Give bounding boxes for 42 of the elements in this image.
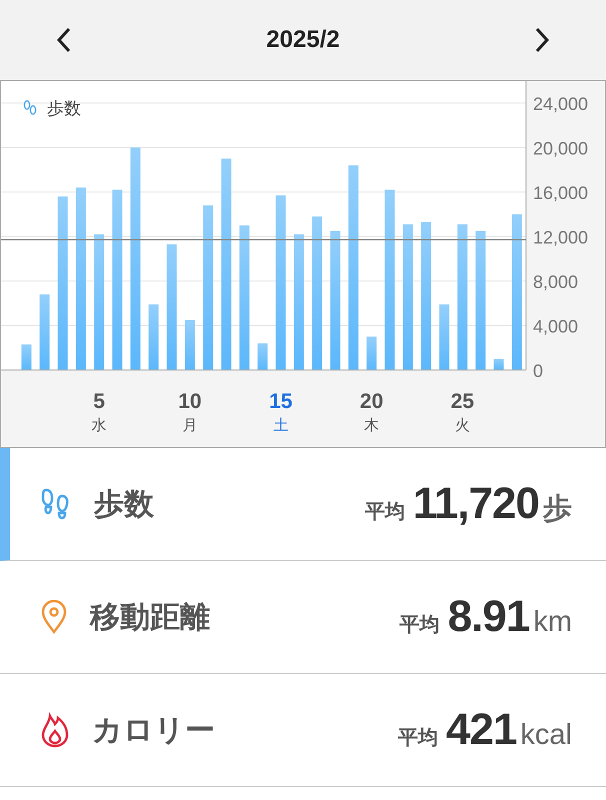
day-label: 20: [360, 390, 384, 413]
average-label: 平均: [398, 726, 438, 751]
unit-label: 歩: [543, 492, 572, 527]
metric-value: 421: [446, 704, 516, 756]
axis-label: 24,000: [533, 94, 588, 114]
day-label: 5: [93, 390, 105, 413]
flame-icon: [40, 712, 70, 748]
average-label: 平均: [400, 613, 440, 638]
unit-label: km: [533, 605, 572, 640]
metric-label: 移動距離: [90, 600, 210, 636]
metric-row[interactable]: 歩数 平均 11,720歩: [0, 448, 606, 561]
weekday-label: 土: [273, 416, 288, 434]
bar: [148, 304, 159, 370]
location-pin-icon: [40, 600, 68, 634]
axis-label: 4,000: [533, 316, 578, 336]
axis-label: 0: [533, 361, 544, 381]
metric-value: 11,720: [412, 478, 539, 530]
chevron-right-icon: [534, 27, 550, 53]
metric-label: カロリー: [92, 712, 215, 748]
axis-label: 20,000: [533, 138, 588, 158]
metric-row[interactable]: 移動距離 平均 8.91km: [0, 561, 606, 674]
weekday-label: 月: [182, 416, 198, 434]
legend-label: 歩数: [47, 99, 81, 118]
weekday-label: 木: [364, 416, 380, 434]
average-label: 平均: [364, 500, 405, 525]
axis-label: 16,000: [533, 183, 588, 203]
weekday-label: 火: [454, 416, 470, 434]
metric-row[interactable]: カロリー 平均 421kcal: [0, 674, 606, 787]
footprints-icon: [24, 100, 36, 115]
metric-label: 歩数: [94, 486, 154, 522]
unit-label: kcal: [520, 718, 572, 753]
month-title: 2025/2: [266, 25, 340, 55]
bar: [366, 336, 377, 370]
axis-label: 8,000: [533, 272, 578, 292]
bar: [258, 343, 268, 370]
axis-label: 12,000: [533, 228, 588, 248]
weekday-label: 水: [92, 416, 107, 434]
chevron-left-icon: [56, 27, 72, 53]
day-label: 25: [450, 390, 474, 413]
day-label: 15: [269, 390, 292, 413]
day-label: 10: [178, 390, 202, 413]
metric-value: 8.91: [448, 591, 530, 643]
